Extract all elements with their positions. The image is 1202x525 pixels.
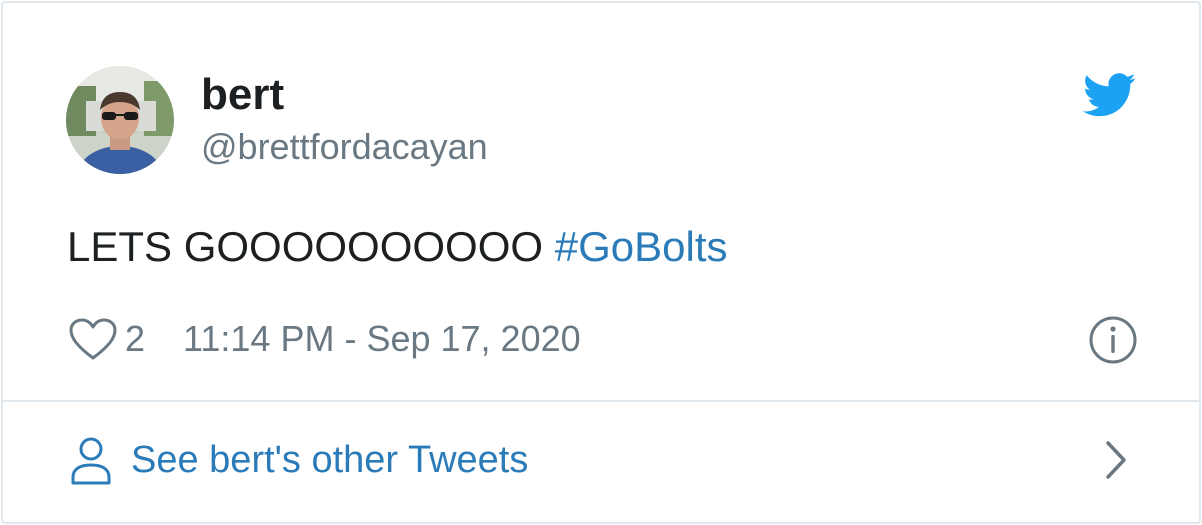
hashtag-link[interactable]: #GoBolts bbox=[555, 223, 728, 270]
user-handle[interactable]: @brettfordacayan bbox=[201, 125, 488, 169]
twitter-bird-icon[interactable] bbox=[1082, 73, 1137, 117]
see-other-tweets-label: See bert's other Tweets bbox=[131, 439, 529, 481]
person-icon bbox=[69, 435, 113, 487]
like-count[interactable]: 2 bbox=[125, 318, 145, 360]
avatar-image bbox=[66, 66, 174, 174]
see-other-tweets-link[interactable]: See bert's other Tweets bbox=[3, 402, 1199, 522]
tweet-timestamp[interactable]: 11:14 PM - Sep 17, 2020 bbox=[183, 318, 581, 360]
tweet-card: bert @brettfordacayan LETS GOOOOOOOOOO #… bbox=[1, 1, 1201, 524]
tweet-body: LETS GOOOOOOOOOO bbox=[67, 223, 555, 270]
chevron-right-icon bbox=[1103, 439, 1129, 481]
tweet-meta: 2 11:14 PM - Sep 17, 2020 bbox=[67, 315, 581, 363]
tweet-text: LETS GOOOOOOOOOO #GoBolts bbox=[67, 221, 728, 273]
user-name[interactable]: bert bbox=[201, 69, 284, 121]
avatar[interactable] bbox=[66, 66, 174, 174]
info-icon[interactable] bbox=[1088, 315, 1138, 365]
heart-icon[interactable] bbox=[67, 316, 119, 362]
